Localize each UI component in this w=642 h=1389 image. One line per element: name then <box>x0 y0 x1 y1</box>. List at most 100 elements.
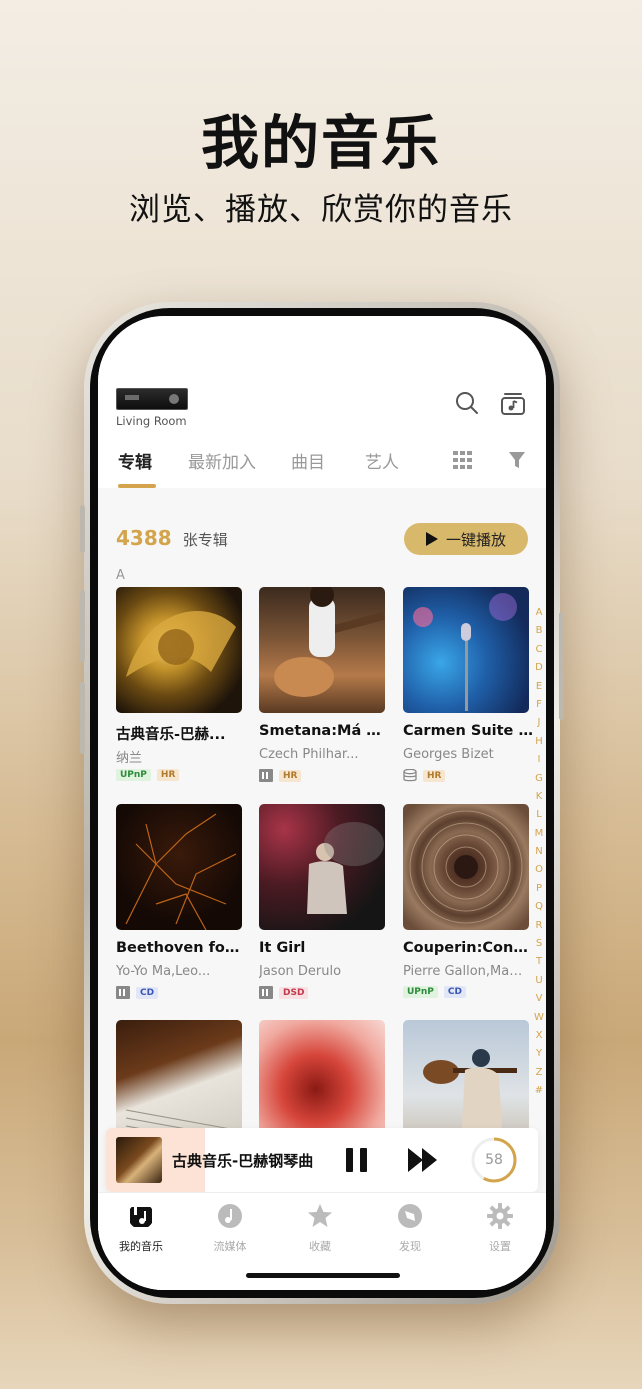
album-title: 古典音乐-巴赫... <box>116 727 226 743</box>
album-card[interactable]: It Girl Jason Derulo DSD <box>259 804 385 999</box>
storage-icon <box>259 769 273 782</box>
alphabet-letter[interactable]: E <box>534 678 544 696</box>
pause-button[interactable] <box>346 1148 368 1172</box>
alphabet-letter[interactable]: R <box>534 917 544 935</box>
album-title: Smetana:Má Vla <box>259 723 389 739</box>
nav-favorites[interactable]: 收藏 <box>285 1203 355 1254</box>
alphabet-letter[interactable]: X <box>534 1027 544 1045</box>
now-playing-title[interactable]: 古典音乐-巴赫钢琴曲 <box>172 1150 313 1171</box>
alphabet-letter[interactable]: Z <box>534 1064 544 1082</box>
alphabet-letter[interactable]: P <box>534 880 544 898</box>
device-image[interactable] <box>116 388 188 410</box>
alphabet-letter[interactable]: T <box>534 953 544 971</box>
gear-icon <box>487 1203 513 1229</box>
phone-side-button <box>80 505 85 553</box>
album-cover[interactable] <box>116 587 242 713</box>
album-artist: Jason Derulo <box>259 964 342 979</box>
album-badges: DSD <box>259 986 309 999</box>
alphabet-index[interactable]: A B C D E F J H I G K L M N O P Q R S T U V W X Y Z # <box>534 604 544 1101</box>
tab-bar: 专辑 最新加入 曲目 艺人 <box>98 448 546 488</box>
my-music-icon <box>130 1205 152 1227</box>
alphabet-letter[interactable]: G <box>534 770 544 788</box>
alphabet-letter[interactable]: I <box>534 751 544 769</box>
alphabet-letter[interactable]: W <box>534 1009 544 1027</box>
tab-recently-added[interactable]: 最新加入 <box>188 448 256 473</box>
device-name[interactable]: Living Room <box>116 414 187 428</box>
alphabet-letter[interactable]: Y <box>534 1045 544 1063</box>
album-card[interactable]: Couperin:Conce... Pierre Gallon,Matt... … <box>403 804 533 998</box>
nav-streaming[interactable]: 流媒体 <box>195 1203 265 1254</box>
play-icon <box>425 532 438 546</box>
alphabet-letter[interactable]: L <box>534 806 544 824</box>
bottom-nav: 我的音乐 流媒体 收藏 发现 设置 <box>98 1192 546 1290</box>
tab-artists[interactable]: 艺人 <box>365 448 399 473</box>
album-count-number: 4388 <box>116 526 172 550</box>
alphabet-letter[interactable]: D <box>534 659 544 677</box>
home-indicator[interactable] <box>246 1273 400 1278</box>
badge-hr: HR <box>423 769 446 782</box>
now-playing-cover[interactable] <box>116 1137 162 1183</box>
album-title: It Girl <box>259 940 306 956</box>
next-track-icon[interactable] <box>408 1148 438 1172</box>
album-cover[interactable] <box>403 587 529 713</box>
alphabet-letter[interactable]: O <box>534 861 544 879</box>
phone-side-button <box>559 612 564 720</box>
album-artist: Yo-Yo Ma,Leo... <box>116 964 211 979</box>
queue-icon[interactable] <box>500 390 526 416</box>
alphabet-letter[interactable]: A <box>534 604 544 622</box>
alphabet-letter[interactable]: # <box>534 1082 544 1100</box>
now-playing-bar[interactable]: 古典音乐-巴赫钢琴曲 58 <box>106 1128 538 1192</box>
album-cover[interactable] <box>403 804 529 930</box>
badge-dsd: DSD <box>279 986 309 999</box>
album-badges: UPnP HR <box>116 769 180 781</box>
nav-label: 发现 <box>399 1240 421 1253</box>
album-cover[interactable] <box>116 804 242 930</box>
alphabet-letter[interactable]: Q <box>534 898 544 916</box>
tab-albums[interactable]: 专辑 <box>118 448 152 473</box>
nav-label: 流媒体 <box>213 1240 247 1253</box>
album-cover[interactable] <box>259 587 385 713</box>
alphabet-letter[interactable]: S <box>534 935 544 953</box>
alphabet-letter[interactable]: V <box>534 990 544 1008</box>
album-count: 4388 张专辑 <box>116 526 228 550</box>
alphabet-letter[interactable]: M <box>534 825 544 843</box>
alphabet-letter[interactable]: J <box>534 714 544 732</box>
alphabet-letter[interactable]: N <box>534 843 544 861</box>
phone-side-button <box>80 590 85 662</box>
badge-upnp: UPnP <box>403 986 438 998</box>
discover-icon <box>398 1204 422 1228</box>
album-artist: 纳兰 <box>116 751 143 766</box>
album-cover[interactable] <box>259 804 385 930</box>
search-icon[interactable] <box>454 390 480 416</box>
badge-upnp: UPnP <box>116 769 151 781</box>
app-screen: Living Room 专辑 最新加入 曲目 艺人 4388 张专辑 一键播放 … <box>98 316 546 1290</box>
alphabet-letter[interactable]: B <box>534 622 544 640</box>
album-badges: HR <box>259 769 302 782</box>
filter-icon[interactable] <box>508 451 526 469</box>
album-badges: UPnP CD <box>403 986 466 998</box>
badge-hr: HR <box>156 769 180 781</box>
grid-view-icon[interactable] <box>453 451 473 469</box>
album-artist: Pierre Gallon,Matt... <box>403 964 523 979</box>
nav-settings[interactable]: 设置 <box>465 1203 535 1254</box>
nav-discover[interactable]: 发现 <box>375 1203 445 1254</box>
album-card[interactable]: Carmen Suite N.. Georges Bizet HR <box>403 587 533 782</box>
promo-subtitle: 浏览、播放、欣赏你的音乐 <box>129 192 513 228</box>
tab-tracks[interactable]: 曲目 <box>291 448 325 473</box>
album-card[interactable]: Smetana:Má Vla Czech Philhar... HR <box>259 587 389 782</box>
album-title: Couperin:Conce... <box>403 940 533 956</box>
play-all-button[interactable]: 一键播放 <box>404 523 528 555</box>
storage-icon <box>259 986 273 999</box>
app-header: Living Room 专辑 最新加入 曲目 艺人 <box>98 316 546 488</box>
storage-icon <box>116 986 130 999</box>
album-card[interactable]: 古典音乐-巴赫... 纳兰 UPnP HR <box>116 587 242 781</box>
alphabet-letter[interactable]: K <box>534 788 544 806</box>
alphabet-letter[interactable]: C <box>534 641 544 659</box>
nav-my-music[interactable]: 我的音乐 <box>106 1203 176 1254</box>
alphabet-letter[interactable]: F <box>534 696 544 714</box>
album-card[interactable]: Beethoven for T... Yo-Yo Ma,Leo... CD <box>116 804 246 999</box>
alphabet-letter[interactable]: U <box>534 972 544 990</box>
alphabet-letter[interactable]: H <box>534 733 544 751</box>
volume-value: 58 <box>485 1152 503 1168</box>
badge-cd: CD <box>443 986 466 998</box>
